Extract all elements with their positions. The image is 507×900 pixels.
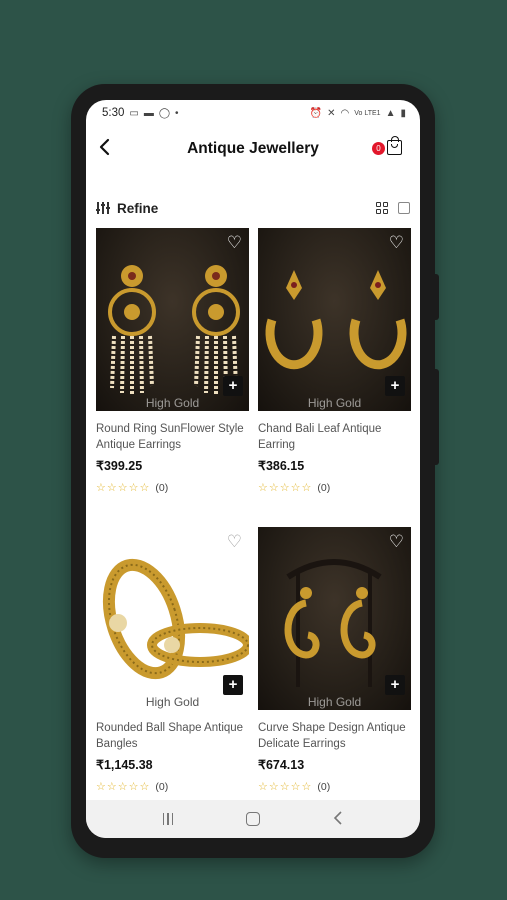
home-icon[interactable] bbox=[246, 812, 261, 826]
product-card[interactable]: ♡ High Gold + Chand Bali Leaf Antique Ea… bbox=[258, 228, 411, 511]
product-price: ₹386.15 bbox=[258, 459, 305, 473]
view-toggles bbox=[376, 202, 410, 214]
star-icon: ☆ bbox=[301, 781, 312, 793]
battery-icon: ▮ bbox=[400, 107, 406, 119]
star-icon: ☆ bbox=[279, 482, 290, 494]
rating-count: (0) bbox=[317, 780, 331, 793]
cart-button[interactable]: 0 bbox=[372, 136, 410, 162]
star-icon: ☆ bbox=[117, 781, 128, 793]
mute-icon: ✕ bbox=[327, 107, 336, 119]
screen: 5:30 ▭ ▬ ◯ • ⏰ ✕ ◠ Vo LTE1 ▲ ▮ Antique J… bbox=[86, 100, 420, 838]
product-rating: ☆ ☆ ☆ ☆ ☆ (0) bbox=[96, 481, 249, 495]
star-icon: ☆ bbox=[268, 482, 279, 494]
network-label: Vo LTE1 bbox=[354, 109, 381, 117]
star-icon: ☆ bbox=[96, 482, 106, 494]
cart-count-badge: 0 bbox=[372, 142, 385, 155]
nav-back-icon[interactable] bbox=[333, 809, 343, 830]
list-view-icon[interactable] bbox=[398, 202, 410, 214]
heart-icon[interactable]: ♡ bbox=[389, 533, 404, 550]
page-title: Antique Jewellery bbox=[187, 140, 319, 157]
product-price: ₹1,145.38 bbox=[96, 758, 153, 772]
product-name[interactable]: Chand Bali Leaf Antique Earring bbox=[258, 421, 411, 453]
star-icon: ☆ bbox=[106, 482, 117, 494]
star-icon: ☆ bbox=[128, 482, 139, 494]
product-image[interactable]: ♡ High Gold + bbox=[96, 228, 249, 411]
star-icon: ☆ bbox=[258, 781, 268, 793]
laptop-icon: ▬ bbox=[143, 107, 154, 119]
product-rating: ☆ ☆ ☆ ☆ ☆ (0) bbox=[258, 780, 411, 794]
brand-watermark: High Gold bbox=[307, 396, 362, 410]
star-icon: ☆ bbox=[139, 781, 150, 793]
rating-count: (0) bbox=[155, 481, 169, 494]
product-rating: ☆ ☆ ☆ ☆ ☆ (0) bbox=[258, 481, 411, 495]
status-bar: 5:30 ▭ ▬ ◯ • ⏰ ✕ ◠ Vo LTE1 ▲ ▮ bbox=[86, 100, 420, 126]
heart-icon[interactable]: ♡ bbox=[389, 234, 404, 251]
power-button bbox=[435, 369, 439, 465]
signal-icon: ▲ bbox=[385, 107, 396, 119]
plus-icon[interactable]: + bbox=[223, 376, 243, 396]
alarm-icon: ⏰ bbox=[309, 107, 323, 119]
star-icon: ☆ bbox=[301, 482, 312, 494]
brand-watermark: High Gold bbox=[145, 396, 200, 410]
cart-icon bbox=[387, 136, 402, 155]
star-icon: ☆ bbox=[279, 781, 290, 793]
rating-count: (0) bbox=[155, 780, 169, 793]
product-image[interactable]: ♡ High Gold + bbox=[96, 527, 249, 710]
refine-icon bbox=[96, 202, 110, 214]
star-icon: ☆ bbox=[258, 482, 268, 494]
refine-button[interactable]: Refine bbox=[96, 201, 158, 216]
product-card[interactable]: ♡ High Gold + Rounded Ball Shape Antique… bbox=[96, 527, 249, 810]
system-nav-bar bbox=[86, 800, 420, 838]
product-price: ₹399.25 bbox=[96, 459, 143, 473]
plus-icon[interactable]: + bbox=[385, 376, 405, 396]
product-name[interactable]: Rounded Ball Shape Antique Bangles bbox=[96, 720, 249, 752]
app-header: Antique Jewellery 0 bbox=[86, 134, 420, 164]
heart-icon[interactable]: ♡ bbox=[227, 234, 242, 251]
plus-icon[interactable]: + bbox=[223, 675, 243, 695]
listing-toolbar: Refine bbox=[96, 198, 410, 218]
product-name[interactable]: Curve Shape Design Antique Delicate Earr… bbox=[258, 720, 411, 752]
product-image[interactable]: ♡ High Gold + bbox=[258, 527, 411, 710]
rating-count: (0) bbox=[317, 481, 331, 494]
star-icon: ☆ bbox=[128, 781, 139, 793]
brand-watermark: High Gold bbox=[307, 695, 362, 709]
heart-icon[interactable]: ♡ bbox=[227, 533, 242, 550]
star-icon: ☆ bbox=[96, 781, 106, 793]
product-price: ₹674.13 bbox=[258, 758, 305, 772]
gallery-icon: ▭ bbox=[129, 107, 139, 119]
status-time: 5:30 bbox=[102, 107, 125, 119]
star-icon: ☆ bbox=[106, 781, 117, 793]
star-icon: ☆ bbox=[139, 482, 150, 494]
plus-icon[interactable]: + bbox=[385, 675, 405, 695]
product-image[interactable]: ♡ High Gold + bbox=[258, 228, 411, 411]
star-icon: ☆ bbox=[117, 482, 128, 494]
product-name[interactable]: Round Ring SunFlower Style Antique Earri… bbox=[96, 421, 249, 453]
star-icon: ☆ bbox=[268, 781, 279, 793]
recents-icon[interactable] bbox=[162, 813, 174, 825]
product-rating: ☆ ☆ ☆ ☆ ☆ (0) bbox=[96, 780, 249, 794]
notification-dot: • bbox=[175, 107, 179, 119]
star-icon: ☆ bbox=[290, 781, 301, 793]
refine-label: Refine bbox=[117, 200, 159, 216]
volume-button bbox=[435, 274, 439, 320]
phone-frame: 5:30 ▭ ▬ ◯ • ⏰ ✕ ◠ Vo LTE1 ▲ ▮ Antique J… bbox=[71, 84, 439, 858]
grid-view-icon[interactable] bbox=[376, 202, 388, 214]
product-card[interactable]: ♡ High Gold + Round Ring SunFlower Style… bbox=[96, 228, 249, 511]
product-grid: ♡ High Gold + Round Ring SunFlower Style… bbox=[96, 228, 411, 810]
brand-watermark: High Gold bbox=[145, 695, 200, 709]
wifi-icon: ◠ bbox=[340, 107, 350, 119]
star-icon: ☆ bbox=[290, 482, 301, 494]
whatsapp-icon: ◯ bbox=[158, 107, 171, 119]
product-card[interactable]: ♡ High Gold + Curve Shape Design Antique… bbox=[258, 527, 411, 810]
